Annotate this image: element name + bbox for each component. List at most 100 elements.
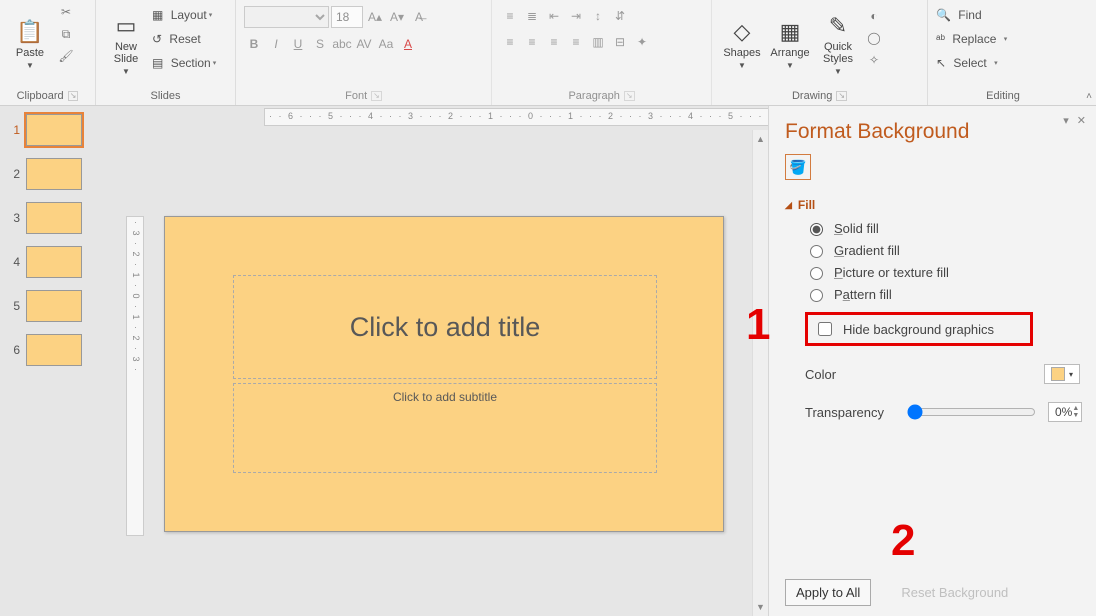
dialog-launcher-icon[interactable]: ↘	[371, 91, 382, 101]
change-case-button[interactable]: Aa	[376, 34, 396, 54]
color-row: Color ▾ Color	[805, 364, 1080, 384]
clear-formatting-button[interactable]: A̶	[409, 7, 429, 27]
picture-fill-radio[interactable]	[810, 267, 823, 280]
align-left-button[interactable]: ≡	[500, 32, 520, 52]
reset-button[interactable]: ↺ Reset	[152, 28, 216, 50]
color-swatch	[1051, 367, 1065, 381]
columns-button[interactable]: ▥	[588, 32, 608, 52]
apply-to-all-button[interactable]: Apply to All	[785, 579, 871, 606]
gradient-fill-radio[interactable]	[810, 245, 823, 258]
slide-thumbnail[interactable]: 4	[10, 246, 100, 278]
collapse-ribbon-button[interactable]: ˄	[1086, 91, 1092, 102]
shapes-button[interactable]: ◇ Shapes▼	[718, 0, 766, 88]
gradient-fill-option[interactable]: Gradient fill	[805, 242, 1080, 258]
slide-number: 2	[10, 167, 20, 181]
picture-fill-option[interactable]: Picture or texture fill	[805, 264, 1080, 280]
group-paragraph-label: Paragraph	[568, 90, 619, 102]
numbering-button[interactable]: ≣	[522, 6, 542, 26]
align-center-button[interactable]: ≡	[522, 32, 542, 52]
fill-section-header[interactable]: ◢ Fill	[785, 198, 1080, 212]
decrease-indent-button[interactable]: ⇤	[544, 6, 564, 26]
pane-options-button[interactable]: ▾	[1063, 114, 1069, 127]
dialog-launcher-icon[interactable]: ↘	[624, 91, 635, 101]
char-spacing-button[interactable]: AV	[354, 34, 374, 54]
annotation-2: 2	[891, 516, 915, 566]
dialog-launcher-icon[interactable]: ↘	[68, 91, 79, 101]
slide-number: 3	[10, 211, 20, 225]
align-text-button[interactable]: ⊟	[610, 32, 630, 52]
group-drawing-label: Drawing	[792, 90, 832, 102]
cursor-icon: ↖	[936, 56, 946, 70]
fill-bucket-icon[interactable]: 🪣	[785, 154, 811, 180]
pattern-fill-radio[interactable]	[810, 289, 823, 302]
new-slide-button[interactable]: ▭ New Slide ▼	[102, 0, 150, 88]
bold-button[interactable]: B	[244, 34, 264, 54]
dialog-launcher-icon[interactable]: ↘	[836, 91, 847, 101]
scroll-down-button[interactable]: ▼	[753, 600, 768, 614]
arrange-button[interactable]: ▦ Arrange▼	[766, 0, 814, 88]
shrink-font-button[interactable]: A▾	[387, 7, 407, 27]
solid-fill-radio[interactable]	[810, 223, 823, 236]
shadow-button[interactable]: abc	[332, 34, 352, 54]
shape-effects-button[interactable]: ✧	[864, 50, 884, 70]
find-button[interactable]: 🔍 Find	[936, 4, 1007, 26]
shape-fill-button[interactable]: ◐	[864, 6, 884, 26]
increase-indent-button[interactable]: ⇥	[566, 6, 586, 26]
italic-button[interactable]: I	[266, 34, 286, 54]
font-name-select[interactable]	[244, 6, 329, 28]
solid-fill-option[interactable]: SSolid fillolid fill	[805, 220, 1080, 236]
slide-thumb-image	[26, 246, 82, 278]
pane-close-button[interactable]: ✕	[1077, 114, 1086, 127]
text-direction-button[interactable]: ⇵	[610, 6, 630, 26]
group-slides-label: Slides	[151, 90, 181, 102]
copy-button[interactable]: ⧉	[56, 24, 76, 44]
scroll-up-button[interactable]: ▲	[753, 132, 768, 146]
convert-smartart-button[interactable]: ✦	[632, 32, 652, 52]
font-color-button[interactable]: A	[398, 34, 418, 54]
slide-thumbnail[interactable]: 5	[10, 290, 100, 322]
slide-thumb-image	[26, 158, 82, 190]
format-painter-button[interactable]: 🖌	[56, 46, 76, 66]
paste-button[interactable]: 📋 Paste ▼	[6, 0, 54, 88]
pattern-fill-option[interactable]: Pattern fill	[805, 286, 1080, 302]
bullets-button[interactable]: ≡	[500, 6, 520, 26]
grow-font-button[interactable]: A▴	[365, 7, 385, 27]
group-clipboard-label: Clipboard	[17, 90, 64, 102]
vertical-scrollbar[interactable]: ▲ ▼	[752, 130, 768, 616]
title-placeholder[interactable]: Click to add title	[233, 275, 657, 379]
slide-thumbnail[interactable]: 3	[10, 202, 100, 234]
transparency-spinner[interactable]: 0% ▲▼	[1048, 402, 1082, 422]
ribbon: 📋 Paste ▼ ✂ ⧉ 🖌 Clipboard ↘ ▭ New Slide …	[0, 0, 1096, 106]
justify-button[interactable]: ≡	[566, 32, 586, 52]
cut-button[interactable]: ✂	[56, 2, 76, 22]
transparency-slider[interactable]	[907, 404, 1036, 420]
hide-background-graphics-checkbox[interactable]	[818, 322, 832, 336]
hide-background-graphics-row[interactable]: Hide background graphics Hide background…	[805, 312, 1033, 346]
layout-button[interactable]: ▦ Layout▾	[152, 4, 216, 26]
reset-background-button[interactable]: Reset Background	[891, 580, 1018, 605]
underline-button[interactable]: U	[288, 34, 308, 54]
group-clipboard: 📋 Paste ▼ ✂ ⧉ 🖌 Clipboard ↘	[0, 0, 96, 105]
select-button[interactable]: ↖ Select ▾	[936, 52, 1007, 74]
slide-number: 1	[10, 123, 20, 137]
group-drawing: ◇ Shapes▼ ▦ Arrange▼ ✎ Quick Styles▼ ◐ ◯…	[712, 0, 928, 105]
quick-styles-button[interactable]: ✎ Quick Styles▼	[814, 0, 862, 88]
horizontal-ruler: · · 6 · · · 5 · · · 4 · · · 3 · · · 2 · …	[264, 108, 824, 126]
slide-canvas[interactable]: Click to add title Click to add subtitle	[164, 216, 724, 532]
group-font-label: Font	[345, 90, 367, 102]
section-button[interactable]: ▤ Section▾	[152, 52, 216, 74]
strikethrough-button[interactable]: S	[310, 34, 330, 54]
subtitle-placeholder[interactable]: Click to add subtitle	[233, 383, 657, 473]
font-size-input[interactable]	[331, 6, 363, 28]
slide-thumbnail[interactable]: 6	[10, 334, 100, 366]
slide-thumbnail[interactable]: 1	[10, 114, 100, 146]
align-right-button[interactable]: ≡	[544, 32, 564, 52]
shape-outline-button[interactable]: ◯	[864, 28, 884, 48]
line-spacing-button[interactable]: ↕	[588, 6, 608, 26]
group-editing-label: Editing	[986, 90, 1020, 102]
paste-label: Paste	[16, 47, 44, 59]
color-picker-button[interactable]: ▾	[1044, 364, 1080, 384]
slide-thumbnail[interactable]: 2	[10, 158, 100, 190]
slide-thumbnails: 1 2 3 4 5 6	[0, 106, 104, 616]
replace-button[interactable]: ᵃᵇ Replace ▾	[936, 28, 1007, 50]
